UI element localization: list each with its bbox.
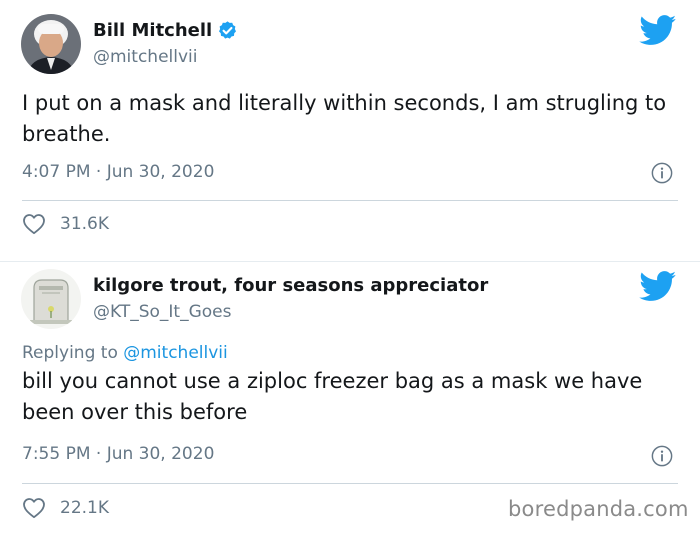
twitter-bird-icon[interactable] xyxy=(639,15,677,46)
tweet-timestamp[interactable]: 4:07 PM · Jun 30, 2020 xyxy=(22,162,214,182)
author-name-row: Bill Mitchell xyxy=(93,20,238,41)
author-handle[interactable]: @KT_So_It_Goes xyxy=(93,302,231,322)
author-name-row: kilgore trout, four seasons appreciator xyxy=(93,275,488,296)
replying-to-label: Replying to xyxy=(22,343,124,363)
tweet-card: kilgore trout, four seasons appreciator … xyxy=(0,262,700,536)
tweet-text: I put on a mask and literally within sec… xyxy=(22,91,667,146)
divider xyxy=(22,483,678,484)
avatar[interactable] xyxy=(21,14,81,74)
heart-icon xyxy=(23,498,45,519)
author-name[interactable]: kilgore trout, four seasons appreciator xyxy=(93,275,488,296)
like-count: 22.1K xyxy=(60,498,109,518)
author-name[interactable]: Bill Mitchell xyxy=(93,20,212,41)
divider xyxy=(22,200,678,201)
replying-to-line: Replying to @mitchellvii xyxy=(22,343,228,363)
avatar[interactable] xyxy=(21,269,81,329)
like-button[interactable]: 22.1K xyxy=(22,497,109,519)
replying-to-link[interactable]: @mitchellvii xyxy=(123,343,227,363)
tweet-text: bill you cannot use a ziploc freezer bag… xyxy=(22,369,643,424)
verified-badge-icon xyxy=(219,21,237,39)
like-count: 31.6K xyxy=(60,214,109,234)
watermark: boredpanda.com xyxy=(508,497,689,521)
info-icon[interactable] xyxy=(651,445,673,467)
like-button[interactable]: 31.6K xyxy=(22,213,109,235)
twitter-bird-icon[interactable] xyxy=(639,271,677,302)
heart-icon xyxy=(23,214,45,235)
tweet-timestamp[interactable]: 7:55 PM · Jun 30, 2020 xyxy=(22,444,214,464)
tweet-card: Bill Mitchell @mitchellvii I put on a ma… xyxy=(0,0,700,262)
author-handle[interactable]: @mitchellvii xyxy=(93,47,197,67)
info-icon[interactable] xyxy=(651,162,673,184)
